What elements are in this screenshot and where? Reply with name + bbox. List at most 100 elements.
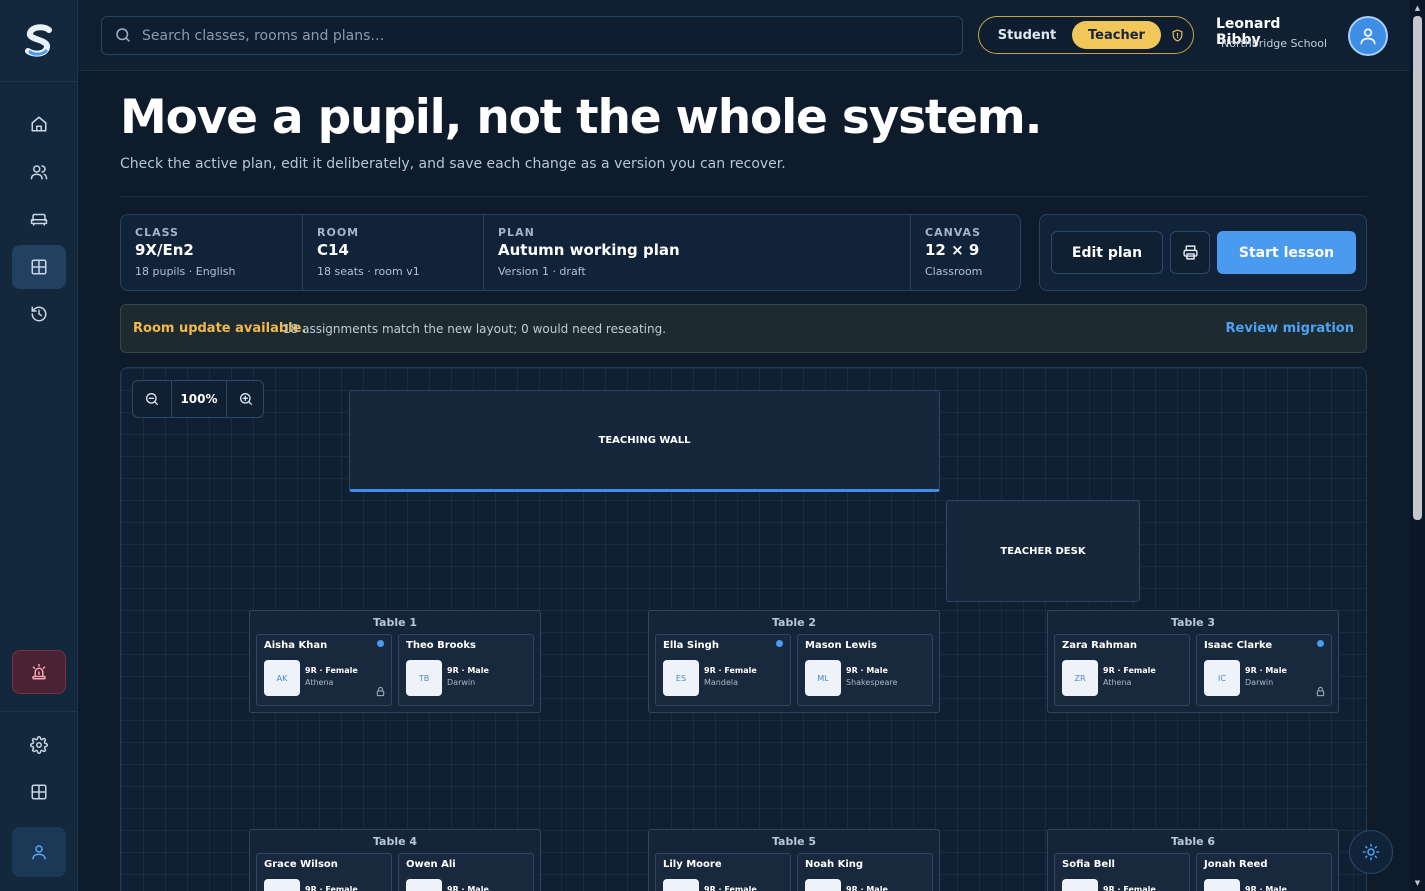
pupil-meta: 9R · Female [305, 885, 358, 891]
page-subtitle: Check the active plan, edit it deliberat… [120, 156, 786, 172]
seating-table[interactable]: Table 1 Aisha Khan AK 9R · Female Athena Theo… [249, 610, 541, 713]
pupil-meta: 9R · Female [1103, 885, 1156, 891]
sidebar-item-settings[interactable] [12, 723, 66, 767]
seat-card[interactable]: Grace Wilson GW 9R · Female [256, 853, 392, 891]
pupil-house: Athena [1103, 678, 1132, 687]
pupil-meta: 9R · Female [704, 885, 757, 891]
home-icon [31, 116, 47, 132]
pupil-meta: 9R · Male [1245, 666, 1287, 675]
info-plan: PLAN Autumn working plan Version 1 · dra… [484, 215, 911, 290]
info-label: PLAN [498, 226, 535, 239]
search-box[interactable] [101, 16, 963, 55]
pupil-house: Mandela [704, 678, 738, 687]
seat-card[interactable]: Theo Brooks TB 9R · Male Darwin [398, 634, 534, 706]
pupil-name: Sofia Bell [1062, 859, 1115, 870]
pupil-avatar: ZR [1062, 660, 1098, 696]
status-dot [1317, 640, 1324, 647]
seat-card[interactable]: Sofia Bell SB 9R · Female [1054, 853, 1190, 891]
seat-card[interactable]: Ella Singh ES 9R · Female Mandela [655, 634, 791, 706]
pupil-name: Isaac Clarke [1204, 640, 1273, 651]
pupil-name: Jonah Reed [1204, 859, 1268, 870]
info-class: CLASS 9X/En2 18 pupils · English [121, 215, 303, 290]
scroll-down-arrow[interactable]: ▼ [1413, 879, 1422, 887]
banner-title: Room update available. [133, 321, 307, 336]
seating-table[interactable]: Table 4 Grace Wilson GW 9R · Female Owen Ali… [249, 829, 541, 891]
avatar[interactable] [1348, 16, 1388, 56]
page-title: Move a pupil, not the whole system. [120, 90, 1042, 145]
print-button[interactable] [1170, 231, 1210, 274]
info-label: CLASS [135, 226, 179, 239]
pupil-house: Darwin [1245, 678, 1274, 687]
sidebar-item-people[interactable] [12, 150, 66, 194]
seat-card[interactable]: Lily Moore LM 9R · Female [655, 853, 791, 891]
sidebar-item-history[interactable] [12, 292, 66, 336]
logo[interactable] [0, 0, 78, 82]
sidebar-item-layout[interactable] [12, 770, 66, 814]
start-lesson-button[interactable]: Start lesson [1217, 231, 1356, 274]
pupil-avatar: JR [1204, 879, 1240, 891]
info-sub: Version 1 · draft [498, 265, 586, 278]
seat-card[interactable]: Owen Ali OA 9R · Male [398, 853, 534, 891]
seat-card[interactable]: Noah King NK 9R · Male [797, 853, 933, 891]
seating-canvas[interactable]: 100% TEACHING WALL TEACHER DESK Table 1 A… [120, 367, 1367, 891]
grid-icon [31, 259, 47, 275]
top-bar: Student Teacher Leonard Bibby Northbridg… [78, 0, 1410, 71]
sidebar-item-rooms[interactable] [12, 197, 66, 241]
zoom-out-button[interactable] [133, 381, 171, 417]
info-value: 12 × 9 [925, 241, 980, 259]
role-student-button[interactable]: Student [987, 22, 1067, 48]
pupil-name: Ella Singh [663, 640, 719, 651]
pupil-name: Aisha Khan [264, 640, 328, 651]
lock-icon[interactable] [375, 682, 386, 701]
seating-table[interactable]: Table 6 Sofia Bell SB 9R · Female Jonah Reed… [1047, 829, 1339, 891]
status-dot [377, 640, 384, 647]
info-value: Autumn working plan [498, 241, 680, 259]
divider [120, 196, 1367, 197]
info-canvas: CANVAS 12 × 9 Classroom [911, 215, 1020, 290]
zoom-in-button[interactable] [227, 381, 265, 417]
pupil-name: Noah King [805, 859, 864, 870]
seat-card[interactable]: Mason Lewis ML 9R · Male Shakespeare [797, 634, 933, 706]
seat-card[interactable]: Zara Rahman ZR 9R · Female Athena [1054, 634, 1190, 706]
grid-icon [31, 784, 47, 800]
scrollbar-thumb[interactable] [1413, 16, 1422, 520]
review-migration-link[interactable]: Review migration [1226, 321, 1354, 336]
pupil-house: Darwin [447, 678, 476, 687]
role-teacher-button[interactable]: Teacher [1072, 21, 1161, 49]
pupil-name: Zara Rahman [1062, 640, 1138, 651]
info-label: ROOM [317, 226, 360, 239]
lock-icon[interactable] [1315, 682, 1326, 701]
table-title: Table 2 [771, 616, 817, 629]
pupil-meta: 9R · Female [1103, 666, 1156, 675]
pupil-name: Grace Wilson [264, 859, 338, 870]
zoom-level: 100% [171, 381, 227, 417]
search-input[interactable] [142, 17, 942, 54]
sidebar [0, 0, 78, 891]
edit-plan-button[interactable]: Edit plan [1051, 231, 1163, 274]
people-icon [30, 165, 48, 180]
sidebar-item-profile[interactable] [12, 827, 66, 877]
seating-table[interactable]: Table 5Lily MooreLM9R · FemaleNoah KingN… [648, 829, 940, 891]
pupil-meta: 9R · Male [447, 885, 489, 891]
seat-card[interactable]: Jonah Reed JR 9R · Male [1196, 853, 1332, 891]
desk-icon [30, 213, 48, 226]
pupil-avatar: TB [406, 660, 442, 696]
sidebar-item-home[interactable] [12, 102, 66, 146]
pupil-avatar: SB [1062, 879, 1098, 891]
seating-table[interactable]: Table 2 Ella Singh ES 9R · Female Mandela Mas… [648, 610, 940, 713]
table-title: Table 1 [372, 616, 418, 629]
pupil-meta: 9R · Male [846, 666, 888, 675]
pupil-avatar: IC [1204, 660, 1240, 696]
seat-card[interactable]: Isaac Clarke IC 9R · Male Darwin [1196, 634, 1332, 706]
role-shield-button[interactable] [1165, 23, 1189, 47]
scroll-up-arrow[interactable]: ▲ [1413, 4, 1422, 12]
teacher-desk[interactable]: TEACHER DESK [946, 500, 1140, 602]
sidebar-item-seating-plans[interactable] [12, 245, 66, 289]
seat-card[interactable]: Aisha Khan AK 9R · Female Athena [256, 634, 392, 706]
alert-button[interactable] [12, 650, 66, 694]
pupil-house: Athena [305, 678, 334, 687]
theme-toggle-button[interactable] [1349, 830, 1393, 874]
pupil-name: Lily Moore [663, 859, 722, 870]
pupil-avatar: GW [264, 879, 300, 891]
seating-table[interactable]: Table 3 Zara Rahman ZR 9R · Female Athena Isa… [1047, 610, 1339, 713]
